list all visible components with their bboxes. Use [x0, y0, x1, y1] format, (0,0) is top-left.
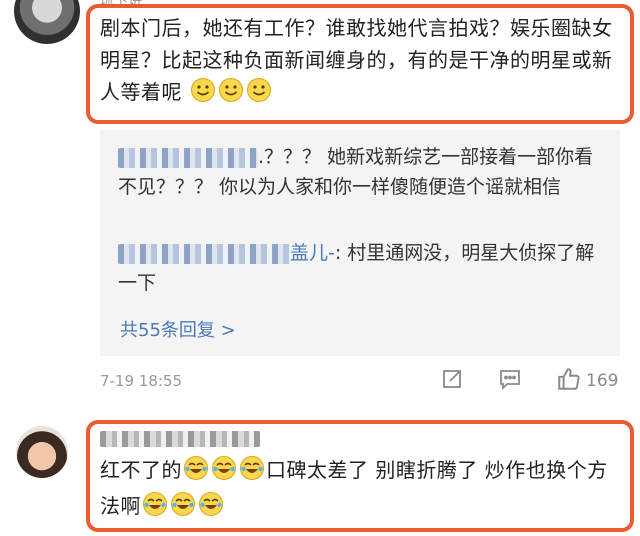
comment-timestamp: 7-19 18:55	[100, 372, 183, 390]
laugh-cry-icon	[142, 491, 168, 526]
blurred-username	[118, 243, 290, 264]
comment-text: 红不了的 口碑太差了 别瞎折腾了 炒作也换个方法啊	[100, 454, 620, 526]
commenter-avatar[interactable]	[14, 0, 80, 44]
more-replies-link[interactable]: 共55条回复 >	[120, 316, 236, 342]
smile-icon	[246, 77, 272, 112]
like-count: 169	[586, 371, 619, 391]
commenter-avatar[interactable]	[16, 426, 68, 478]
blurred-username	[118, 147, 258, 168]
reply-item[interactable]: .？？？ 她新戏新综艺一部接着一部你看不见？？？ 你以为人家和你一样傻随便造个谣…	[118, 142, 608, 202]
reply-item[interactable]: 盖儿-: 村里通网没，明星大侦探了解一下	[118, 238, 608, 298]
share-button[interactable]	[440, 366, 464, 396]
smile-icon	[190, 77, 216, 112]
comment-body: 剧本门后，她还有工作？谁敢找她代言拍戏？娱乐圈缺女明星？比起这种负面新闻缠身的，…	[100, 16, 613, 104]
laugh-cry-icon	[211, 455, 237, 490]
laugh-cry-icon	[170, 491, 196, 526]
comment-text: 剧本门后，她还有工作？谁敢找她代言拍戏？娱乐圈缺女明星？比起这种负面新闻缠身的，…	[100, 12, 620, 112]
laugh-cry-icon	[183, 455, 209, 490]
commenter-username[interactable]: 琉卞讲	[100, 0, 142, 10]
replies-panel: .？？？ 她新戏新综艺一部接着一部你看不见？？？ 你以为人家和你一样傻随便造个谣…	[100, 130, 620, 356]
comment-body: 红不了的	[100, 458, 182, 482]
thumbs-up-icon	[556, 366, 582, 396]
laugh-cry-icon	[239, 455, 265, 490]
smile-icon	[218, 77, 244, 112]
like-button[interactable]: 169	[556, 366, 618, 396]
commenter-username[interactable]	[100, 428, 260, 447]
comment-button[interactable]	[498, 366, 522, 396]
laugh-cry-icon	[198, 491, 224, 526]
share-icon	[440, 367, 464, 395]
comment-icon	[498, 367, 522, 395]
reply-username[interactable]: 盖儿-	[290, 242, 335, 264]
blurred-username	[100, 430, 260, 447]
